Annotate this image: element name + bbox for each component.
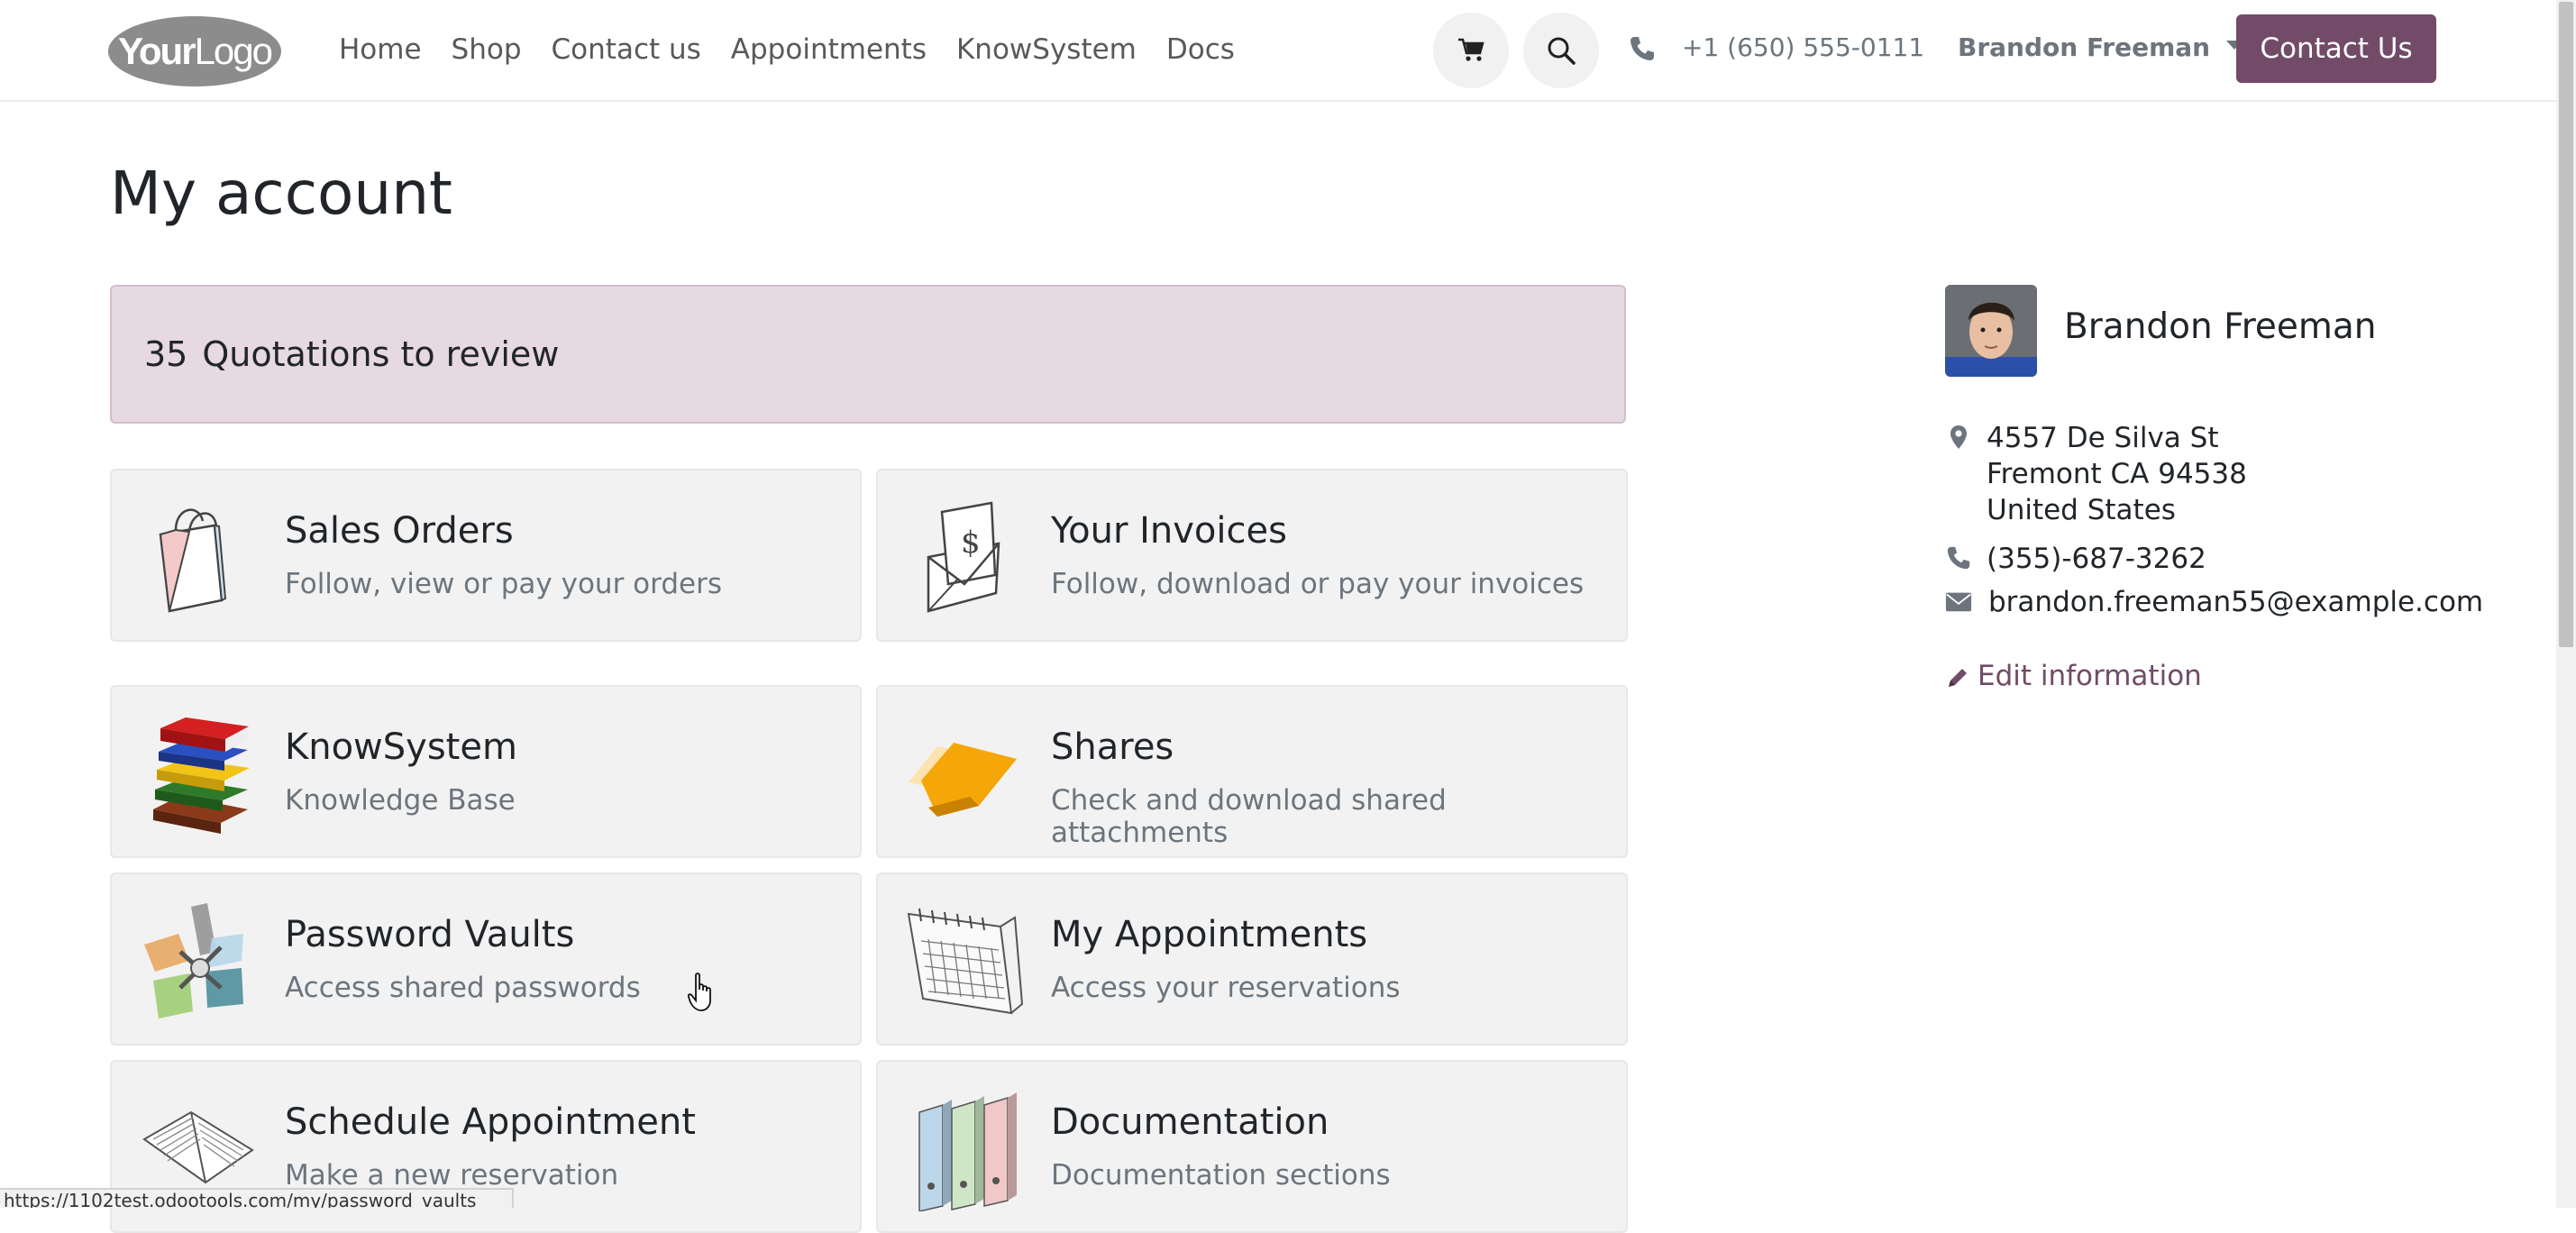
- email-value: brandon.freeman55@example.com: [1988, 586, 2484, 618]
- card-my-appointments[interactable]: My Appointments Access your reservations: [876, 872, 1628, 1046]
- search-icon: [1548, 37, 1576, 65]
- nav-knowsystem[interactable]: KnowSystem: [956, 27, 1137, 72]
- top-navbar: Your Logo Home Shop Contact us Appointmen…: [0, 0, 2576, 102]
- card-description: Access your reservations: [1051, 972, 1401, 1004]
- card-sales-orders[interactable]: Sales Orders Follow, view or pay your or…: [110, 469, 862, 642]
- header-phone-number[interactable]: +1 (650) 555-0111: [1682, 32, 1924, 62]
- page-title: My account: [110, 159, 452, 228]
- card-description: Follow, view or pay your orders: [285, 568, 722, 600]
- card-documentation[interactable]: Documentation Documentation sections: [876, 1060, 1628, 1233]
- card-description: Follow, download or pay your invoices: [1051, 568, 1585, 600]
- address-line-1: 4557 De Silva St: [1987, 422, 2219, 454]
- cart-icon: [1458, 38, 1484, 61]
- browser-status-url: https://1102test.odootools.com/my/passwo…: [0, 1188, 514, 1208]
- quotations-alert[interactable]: 35 Quotations to review: [110, 285, 1626, 424]
- card-title: Documentation: [1051, 1101, 1329, 1143]
- nav-docs[interactable]: Docs: [1166, 27, 1235, 72]
- card-password-vaults[interactable]: Password Vaults Access shared passwords: [110, 872, 862, 1046]
- card-title: Schedule Appointment: [285, 1101, 696, 1143]
- card-description: Make a new reservation: [285, 1159, 619, 1192]
- avatar: [1945, 285, 2037, 377]
- binders-icon: [918, 1092, 1017, 1211]
- nav-shop[interactable]: Shop: [452, 27, 522, 72]
- edit-information-link[interactable]: Edit information: [1945, 660, 2202, 692]
- contact-us-button[interactable]: Contact Us: [2236, 14, 2436, 83]
- phone-icon: [1631, 37, 1654, 60]
- password-vault-icon: [144, 903, 243, 1018]
- svg-text:$: $: [961, 525, 981, 561]
- address-line-3: United States: [1987, 494, 2176, 526]
- scrollbar-thumb[interactable]: [2559, 2, 2573, 647]
- nav-appointments[interactable]: Appointments: [731, 27, 927, 72]
- site-logo[interactable]: Your Logo: [108, 16, 281, 87]
- search-button[interactable]: [1523, 13, 1599, 88]
- map-marker-icon: [1950, 425, 1967, 449]
- nav-contact-us[interactable]: Contact us: [552, 27, 701, 72]
- shopping-bag-icon: [159, 508, 227, 613]
- envelope-icon: [1945, 592, 1972, 612]
- user-dropdown[interactable]: Brandon Freeman: [1958, 32, 2243, 62]
- card-description: Documentation sections: [1051, 1159, 1391, 1192]
- card-title: Password Vaults: [285, 914, 575, 955]
- invoice-envelope-icon: $: [927, 501, 1000, 613]
- card-title: Sales Orders: [285, 510, 514, 552]
- card-title: Your Invoices: [1051, 510, 1287, 552]
- card-knowsystem[interactable]: KnowSystem Knowledge Base: [110, 685, 862, 858]
- books-icon: [153, 717, 250, 834]
- card-shares[interactable]: Shares Check and download shared attachm…: [876, 685, 1628, 858]
- quotations-count: 35: [144, 334, 188, 374]
- customer-name: Brandon Freeman: [2064, 306, 2377, 347]
- card-your-invoices[interactable]: $ Your Invoices Follow, download or pay …: [876, 469, 1628, 642]
- phone-icon: [1947, 546, 1970, 570]
- page-scrollbar[interactable]: [2556, 0, 2576, 1208]
- nav-home[interactable]: Home: [339, 27, 422, 72]
- shared-folder-icon: [909, 743, 1017, 817]
- phone-value: (355)-687-3262: [1987, 543, 2206, 575]
- main-menu: Home Shop Contact us Appointments KnowSy…: [339, 27, 1265, 72]
- card-description: Access shared passwords: [285, 972, 641, 1004]
- hand-pointer-cursor-icon: [687, 973, 711, 1011]
- card-title: My Appointments: [1051, 914, 1368, 955]
- card-title: KnowSystem: [285, 726, 517, 768]
- card-title: Shares: [1051, 726, 1174, 768]
- user-name: Brandon Freeman: [1958, 32, 2211, 62]
- card-description: Check and download shared attachments: [1051, 784, 1447, 849]
- pencil-icon: [1949, 668, 1967, 687]
- address-line-2: Fremont CA 94538: [1987, 458, 2247, 490]
- quotations-label: Quotations to review: [202, 334, 560, 374]
- cart-button[interactable]: [1433, 13, 1509, 88]
- edit-information-label: Edit information: [1978, 660, 2202, 692]
- card-description: Knowledge Base: [285, 784, 516, 817]
- calendar-icon: [907, 908, 1024, 1015]
